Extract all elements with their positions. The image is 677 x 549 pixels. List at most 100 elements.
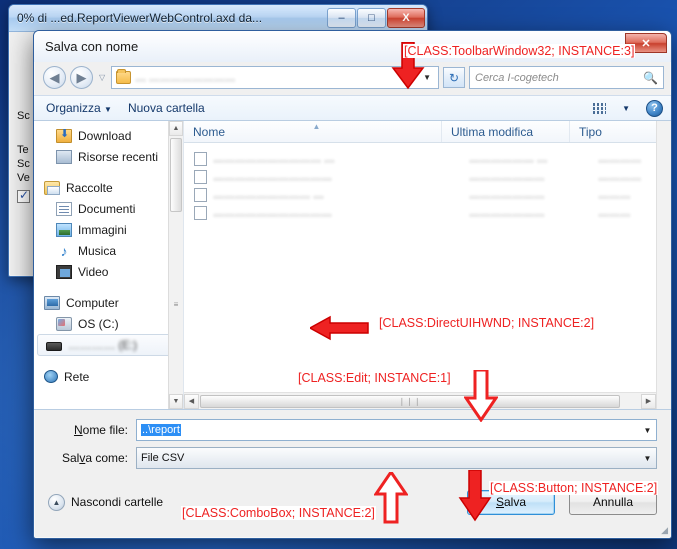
file-list-row[interactable]: …………………………… ………………… ……… (184, 204, 656, 222)
file-list-vertical-scrollbar[interactable] (656, 121, 671, 409)
navigation-pane[interactable]: Download Risorse recenti Raccolte Docume… (34, 121, 184, 409)
scroll-down-button[interactable]: ▼ (169, 394, 183, 409)
sidebar-item-raccolte[interactable]: Raccolte (34, 177, 183, 198)
save-form: Nome file: ..\report ▼ Salva come: File … (34, 410, 671, 469)
file-list-empty-space (184, 222, 656, 392)
sidebar-item-rete[interactable]: Rete (34, 366, 183, 387)
scrollbar-track[interactable] (169, 214, 183, 300)
annotation-edit: [CLASS:Edit; INSTANCE:1] (297, 371, 452, 385)
toolbar[interactable]: Organizza ▼ Nuova cartella ▼ ? (34, 95, 671, 121)
sidebar-item-risorse-recenti[interactable]: Risorse recenti (34, 146, 183, 167)
file-name: …………………………… (213, 207, 332, 219)
music-icon: ♪ (60, 242, 68, 259)
file-type: ………… (598, 153, 642, 165)
network-icon (44, 370, 58, 383)
filename-row: Nome file: ..\report ▼ (48, 419, 657, 441)
local-disk-icon (56, 316, 72, 331)
scrollbar-track-lower[interactable] (169, 309, 183, 395)
search-input[interactable]: Cerca I-cogetech (475, 72, 643, 84)
file-list-horizontal-scrollbar[interactable]: ◀ ❘❘❘ ▶ (184, 392, 656, 409)
column-header-tipo[interactable]: Tipo (570, 121, 656, 142)
hscroll-thumb[interactable]: ❘❘❘ (200, 394, 620, 408)
chevron-up-circle-icon[interactable]: ▲ (48, 493, 65, 511)
background-window-title: 0% di ...ed.ReportViewerWebControl.axd d… (17, 11, 327, 25)
back-button[interactable]: ◀ (43, 66, 66, 89)
file-list-row[interactable]: …………………………… ………………… ………… (184, 168, 656, 186)
download-folder-icon (56, 127, 72, 143)
pictures-icon (56, 222, 72, 237)
file-type: ………… (598, 171, 642, 183)
filename-input[interactable]: ..\report (141, 424, 639, 436)
navigation-bar[interactable]: ◀ ▶ ▽ … …………………… ▼ ↻ Cerca I-cogetech 🔍 (34, 62, 671, 95)
sidebar-item-documenti[interactable]: Documenti (34, 198, 183, 219)
savetype-dropdown-icon[interactable]: ▼ (639, 454, 656, 463)
filename-label-rest: ome file: (82, 423, 128, 437)
file-list-pane[interactable]: Nome ▲ Ultima modifica Tipo ………………………… …… (184, 121, 656, 409)
savetype-value: File CSV (141, 452, 185, 464)
file-type: ……… (598, 207, 631, 219)
recent-places-icon (56, 149, 72, 164)
hide-folders-button[interactable]: ▲ Nascondi cartelle (48, 493, 164, 511)
scrollbar-thumb[interactable] (170, 138, 182, 212)
column-header-ultima-modifica[interactable]: Ultima modifica (442, 121, 570, 142)
file-list-header[interactable]: Nome ▲ Ultima modifica Tipo (184, 121, 656, 143)
documents-icon (56, 201, 72, 216)
file-list-row[interactable]: ……………………… … ………………… ……… (184, 186, 656, 204)
column-header-label: Ultima modifica (451, 124, 534, 139)
background-window-title-text: 0% di ...ed.ReportViewerWebControl.axd d… (17, 11, 263, 25)
annotation-toolbarwindow32: [CLASS:ToolbarWindow32; INSTANCE:3] (403, 44, 636, 58)
close-button[interactable]: X (387, 8, 425, 28)
column-header-label: Tipo (579, 124, 602, 139)
refresh-button[interactable]: ↻ (443, 67, 465, 88)
sidebar-item-label: Download (78, 128, 132, 143)
organize-label: Organizza (46, 101, 101, 115)
background-window-caption-buttons[interactable]: – □ X (327, 8, 425, 28)
sidebar-item-immagini[interactable]: Immagini (34, 219, 183, 240)
hscroll-right-button[interactable]: ▶ (641, 393, 656, 409)
filename-combobox[interactable]: ..\report ▼ (136, 419, 657, 441)
savetype-combobox[interactable]: File CSV ▼ (136, 447, 657, 469)
scroll-up-button[interactable]: ▲ (169, 121, 183, 136)
hscroll-left-button[interactable]: ◀ (184, 393, 199, 409)
savetype-row: Salva come: File CSV ▼ (48, 447, 657, 469)
search-box[interactable]: Cerca I-cogetech 🔍 (469, 66, 664, 89)
filename-dropdown-icon[interactable]: ▼ (639, 426, 656, 435)
file-list-row[interactable]: ………………………… … ……………… … ………… (184, 150, 656, 168)
background-checkbox[interactable] (17, 188, 30, 203)
hide-folders-label: Nascondi cartelle (71, 495, 164, 509)
background-window-titlebar[interactable]: 0% di ...ed.ReportViewerWebControl.axd d… (9, 5, 427, 32)
sidebar-item-os-c[interactable]: OS (C:) (34, 313, 183, 334)
sidebar-item-label: Immagini (78, 222, 127, 237)
minimize-button[interactable]: – (327, 8, 356, 28)
sidebar-item-label: Rete (64, 369, 90, 384)
sidebar-item-label: Musica (78, 243, 117, 258)
forward-button[interactable]: ▶ (70, 66, 93, 89)
maximize-button[interactable]: □ (357, 8, 386, 28)
sidebar-item-musica[interactable]: ♪ Musica (34, 240, 183, 261)
resize-grip-icon[interactable]: ◢ (661, 525, 668, 536)
save-as-dialog[interactable]: Salva con nome ✕ ◀ ▶ ▽ … …………………… ▼ ↻ Ce… (33, 30, 672, 539)
savetype-label-a: Sal (61, 451, 80, 465)
scrollbar-grip-icon: ≡ (173, 299, 179, 309)
new-folder-button[interactable]: Nuova cartella (128, 101, 205, 115)
sidebar-item-computer[interactable]: Computer (34, 292, 183, 313)
column-header-nome[interactable]: Nome ▲ (184, 121, 442, 142)
save-button-rest: alva (504, 495, 527, 509)
sidebar-item-label: OS (C:) (78, 316, 119, 331)
address-bar[interactable]: … …………………… ▼ (111, 66, 439, 89)
sidebar-item-download[interactable]: Download (34, 125, 183, 146)
removable-drive-icon (46, 342, 62, 351)
view-chevron-down-icon[interactable]: ▼ (622, 104, 630, 113)
view-mode-icon[interactable] (593, 102, 607, 114)
recent-locations-dropdown-icon[interactable]: ▽ (97, 73, 107, 82)
sidebar-item-label: Video (78, 264, 109, 279)
navigation-pane-scrollbar[interactable]: ▲ ≡ ▼ (168, 121, 183, 409)
organize-button[interactable]: Organizza ▼ (46, 101, 112, 115)
search-icon: 🔍 (643, 70, 658, 85)
help-icon[interactable]: ? (646, 99, 663, 117)
sidebar-item-removable-drive-e[interactable]: ………… (E:) (37, 334, 180, 356)
file-modified: ………………… (469, 189, 545, 201)
sidebar-item-video[interactable]: Video (34, 261, 183, 282)
file-modified: ………………… (469, 171, 545, 183)
